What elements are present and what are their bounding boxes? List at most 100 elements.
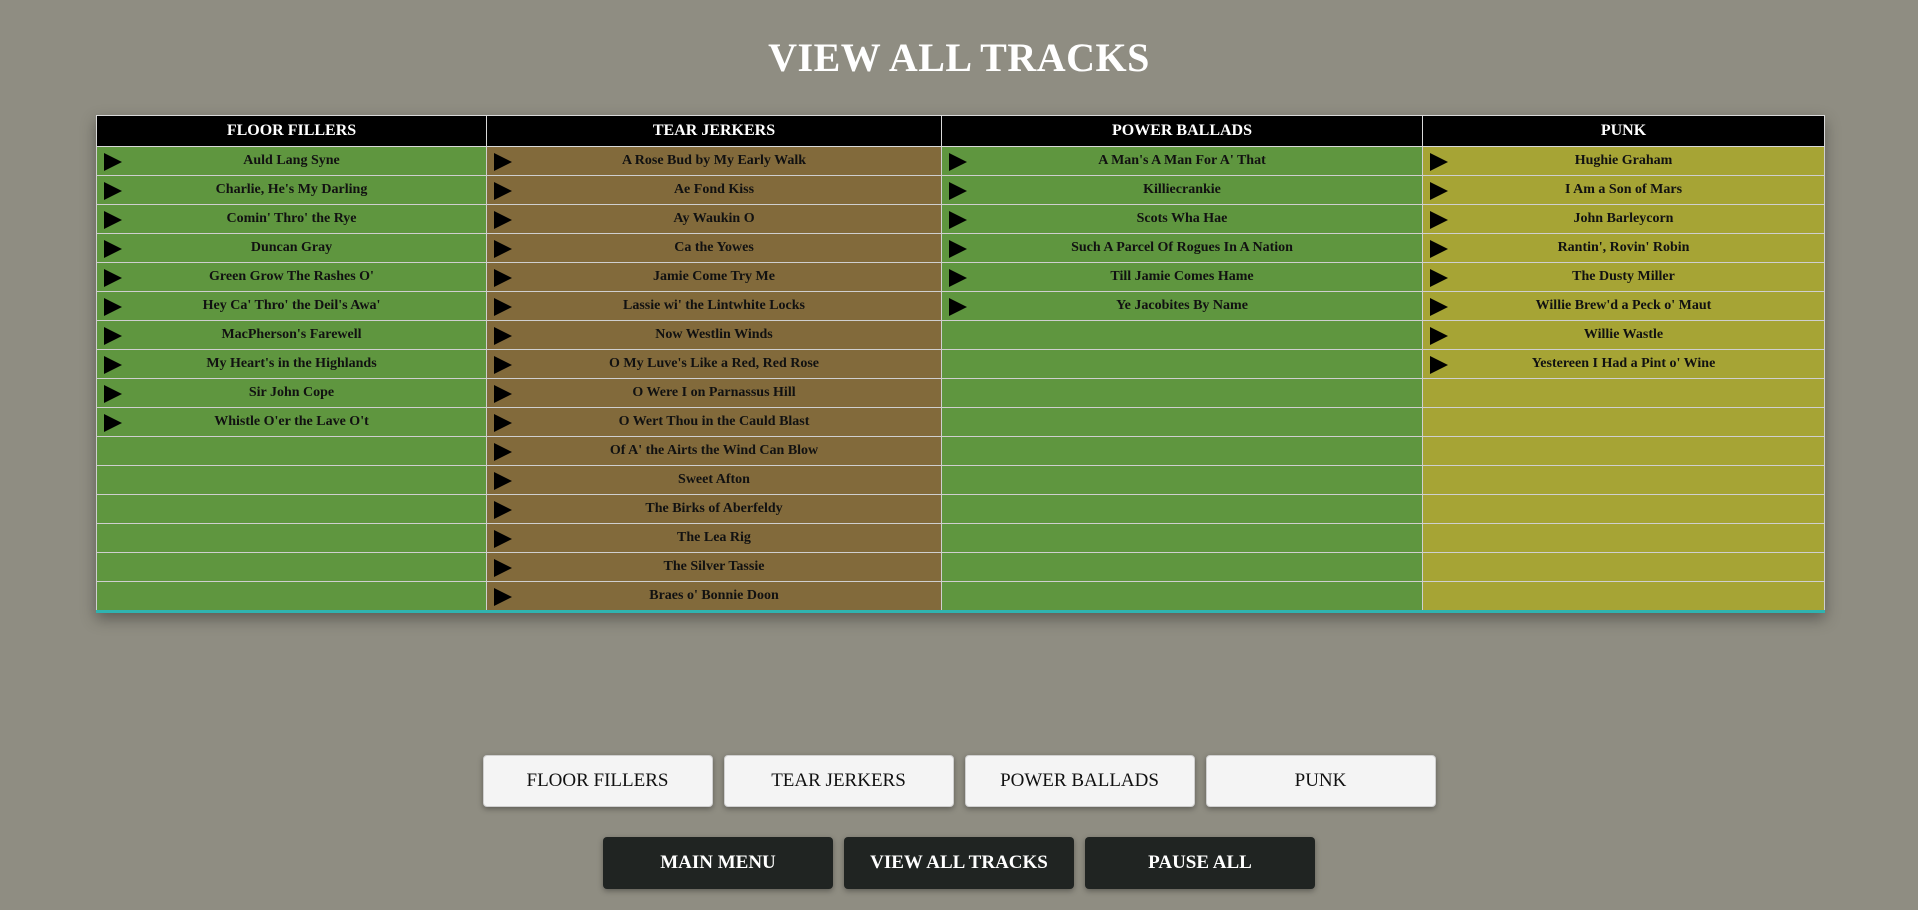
play-icon[interactable] [494,240,512,258]
track-cell-power-ballads: A Man's A Man For A' That [941,146,1423,176]
track-title: Ae Fond Kiss [673,182,755,197]
track-cell-power-ballads [941,581,1423,612]
track-cell-tear-jerkers: O Were I on Parnassus Hill [486,378,942,408]
track-cell-tear-jerkers: O Wert Thou in the Cauld Blast [486,407,942,437]
play-icon[interactable] [1430,327,1448,345]
play-icon[interactable] [1430,182,1448,200]
track-cell-punk [1422,581,1825,612]
track-title: Hughie Graham [1574,153,1673,168]
play-icon[interactable] [1430,240,1448,258]
track-cell-tear-jerkers: The Birks of Aberfeldy [486,494,942,524]
play-icon[interactable] [494,588,512,606]
main-menu-button[interactable]: MAIN MENU [603,837,833,889]
track-cell-floor-fillers: MacPherson's Farewell [96,320,487,350]
track-title: Hey Ca' Thro' the Deil's Awa' [202,298,381,313]
track-title: O Were I on Parnassus Hill [632,385,796,400]
play-icon[interactable] [104,298,122,316]
table-row: Whistle O'er the Lave O't O Wert Thou in … [96,407,1825,437]
track-cell-floor-fillers: Whistle O'er the Lave O't [96,407,487,437]
track-title: Ay Waukin O [673,211,755,226]
track-cell-tear-jerkers: Ae Fond Kiss [486,175,942,205]
track-title: A Rose Bud by My Early Walk [621,153,807,168]
play-icon[interactable] [1430,298,1448,316]
track-cell-floor-fillers: Green Grow The Rashes O' [96,262,487,292]
track-title: Willie Wastle [1583,327,1664,342]
track-cell-power-ballads: Till Jamie Comes Hame [941,262,1423,292]
table-row: Duncan Gray Ca the Yowes Such A Parcel Of … [96,233,1825,263]
play-icon[interactable] [494,530,512,548]
play-icon[interactable] [949,182,967,200]
play-icon[interactable] [494,298,512,316]
play-icon[interactable] [1430,211,1448,229]
track-cell-tear-jerkers: A Rose Bud by My Early Walk [486,146,942,176]
track-cell-punk [1422,465,1825,495]
play-icon[interactable] [1430,153,1448,171]
play-icon[interactable] [1430,269,1448,287]
play-icon[interactable] [1430,356,1448,374]
power-ballads-button[interactable]: POWER BALLADS [964,755,1195,807]
play-icon[interactable] [494,414,512,432]
play-icon[interactable] [494,269,512,287]
navigation-button-row: MAIN MENU VIEW ALL TRACKS PAUSE ALL [0,837,1918,889]
table-row: Comin' Thro' the Rye Ay Waukin O Scots Wha… [96,204,1825,234]
play-icon[interactable] [104,385,122,403]
track-cell-floor-fillers: Hey Ca' Thro' the Deil's Awa' [96,291,487,321]
play-icon[interactable] [494,385,512,403]
track-cell-power-ballads [941,494,1423,524]
track-cell-punk [1422,494,1825,524]
track-cell-punk: I Am a Son of Mars [1422,175,1825,205]
track-cell-tear-jerkers: Jamie Come Try Me [486,262,942,292]
play-icon[interactable] [104,182,122,200]
column-header-tear-jerkers: TEAR JERKERS [486,115,942,147]
track-cell-tear-jerkers: Braes o' Bonnie Doon [486,581,942,612]
track-cell-punk [1422,523,1825,553]
table-row: The Birks of Aberfeldy [96,494,1825,524]
track-title: Lassie wi' the Lintwhite Locks [622,298,805,313]
play-icon[interactable] [104,327,122,345]
play-icon[interactable] [104,414,122,432]
play-icon[interactable] [494,559,512,577]
track-cell-punk: The Dusty Miller [1422,262,1825,292]
play-icon[interactable] [494,153,512,171]
view-all-tracks-button[interactable]: VIEW ALL TRACKS [844,837,1074,889]
play-icon[interactable] [104,240,122,258]
tracks-table: FLOOR FILLERS TEAR JERKERS POWER BALLADS PU… [96,115,1825,613]
play-icon[interactable] [494,356,512,374]
play-icon[interactable] [949,211,967,229]
play-icon[interactable] [494,501,512,519]
column-header-floor-fillers: FLOOR FILLERS [96,115,487,147]
track-cell-punk [1422,378,1825,408]
tear-jerkers-button[interactable]: TEAR JERKERS [723,755,954,807]
play-icon[interactable] [104,211,122,229]
play-icon[interactable] [949,153,967,171]
track-cell-punk: Rantin', Rovin' Robin [1422,233,1825,263]
punk-button[interactable]: PUNK [1205,755,1436,807]
play-icon[interactable] [494,211,512,229]
play-icon[interactable] [494,182,512,200]
track-title: Of A' the Airts the Wind Can Blow [609,443,819,458]
play-icon[interactable] [949,240,967,258]
play-icon[interactable] [104,269,122,287]
track-title: A Man's A Man For A' That [1098,153,1266,168]
track-cell-power-ballads: Killiecrankie [941,175,1423,205]
play-icon[interactable] [949,298,967,316]
track-title: Willie Brew'd a Peck o' Maut [1535,298,1712,313]
table-row: Charlie, He's My Darling Ae Fond Kiss Kill… [96,175,1825,205]
play-icon[interactable] [494,472,512,490]
track-cell-power-ballads [941,436,1423,466]
track-title: Sir John Cope [248,385,335,400]
track-cell-tear-jerkers: The Silver Tassie [486,552,942,582]
play-icon[interactable] [494,443,512,461]
track-title: MacPherson's Farewell [221,327,362,342]
floor-fillers-button[interactable]: FLOOR FILLERS [482,755,713,807]
track-title: I Am a Son of Mars [1564,182,1683,197]
track-cell-power-ballads [941,407,1423,437]
play-icon[interactable] [104,356,122,374]
play-icon[interactable] [949,269,967,287]
play-icon[interactable] [104,153,122,171]
track-cell-floor-fillers [96,465,487,495]
table-row: MacPherson's Farewell Now Westlin Winds Wi… [96,320,1825,350]
play-icon[interactable] [494,327,512,345]
pause-all-button[interactable]: PAUSE ALL [1085,837,1315,889]
track-title: Whistle O'er the Lave O't [214,414,369,429]
